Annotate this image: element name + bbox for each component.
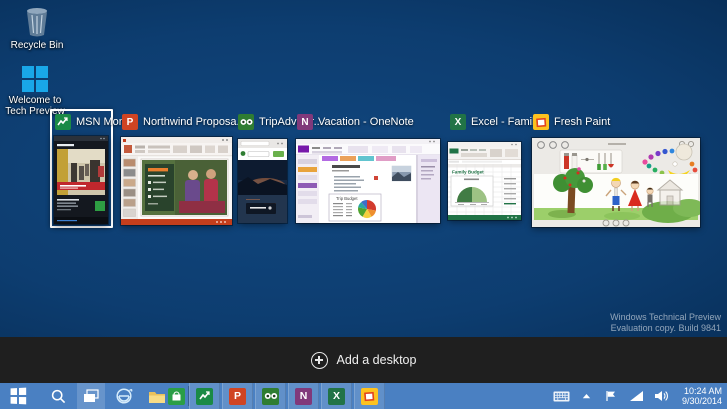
- excel-status-bar: [448, 215, 521, 220]
- desktop-background[interactable]: Recycle Bin Welcome to Tech Preview MSN …: [0, 0, 727, 337]
- window-title: Northwind Proposa...: [143, 116, 246, 128]
- internet-explorer-button[interactable]: [110, 383, 138, 409]
- recycle-bin-icon: [2, 5, 72, 37]
- inline-photo: [391, 165, 412, 182]
- budget-pie-chart: [357, 199, 377, 219]
- system-tray: 10:24 AM 9/30/2014: [552, 383, 725, 409]
- taskbar-app-fresh-paint[interactable]: [354, 383, 385, 409]
- network-signal-icon: [629, 391, 643, 401]
- add-desktop-bar[interactable]: Add a desktop: [0, 337, 727, 383]
- slide-panel: [121, 156, 138, 219]
- window-title: Fresh Paint: [554, 116, 611, 128]
- browser-chrome: [238, 139, 287, 148]
- volume-button[interactable]: [652, 387, 670, 405]
- taskbar-app-tripadvisor[interactable]: [255, 383, 286, 409]
- budget-chart: [450, 175, 494, 207]
- excel-icon: X: [328, 387, 345, 405]
- sheet-title: Family Budget: [452, 170, 484, 175]
- msn-money-icon: [55, 114, 71, 130]
- slide-canvas: [140, 158, 229, 217]
- onenote-thumbnail[interactable]: Trip Budget: [296, 139, 440, 223]
- add-desktop-label: Add a desktop: [336, 353, 417, 367]
- evaluation-watermark: Windows Technical Preview Evaluation cop…: [610, 312, 721, 334]
- windows-task-view-screen: Recycle Bin Welcome to Tech Preview MSN …: [0, 0, 727, 409]
- internet-explorer-icon: [116, 388, 133, 404]
- trip-budget-title: Trip Budget: [336, 196, 358, 201]
- chevron-up-icon: [582, 394, 590, 399]
- start-button[interactable]: [4, 383, 32, 409]
- powerpoint-preview-art: [121, 137, 232, 225]
- slide-text-panel: [145, 164, 174, 211]
- fresh-paint-thumbnail[interactable]: [532, 138, 700, 227]
- fresh-paint-icon: [533, 114, 549, 130]
- windows-logo-icon: [0, 60, 70, 92]
- ribbon: [448, 147, 521, 160]
- headline-band: [57, 182, 105, 190]
- msn-money-preview-art: [54, 136, 108, 224]
- fresh-paint-preview-art: [532, 138, 700, 227]
- ribbon: [296, 144, 440, 155]
- taskbar-app-onenote[interactable]: N: [288, 383, 319, 409]
- window-title-row: Fresh Paint: [533, 113, 610, 131]
- tripadvisor-icon: [238, 114, 254, 130]
- page-list-panel: [418, 155, 440, 223]
- taskbar-clock[interactable]: 10:24 AM 9/30/2014: [677, 386, 725, 407]
- section-tabs: [322, 156, 396, 161]
- onenote-icon: N: [297, 114, 313, 130]
- scrollbar[interactable]: [416, 155, 418, 223]
- tripadvisor-icon: [262, 387, 279, 405]
- notebook-sidebar: [296, 155, 319, 223]
- excel-icon: X: [450, 114, 466, 130]
- show-hidden-icons-button[interactable]: [577, 387, 595, 405]
- fresh-paint-icon: [361, 387, 378, 405]
- tripadvisor-preview-art: [238, 139, 287, 223]
- search-icon: [51, 389, 65, 403]
- task-view-icon: [84, 389, 99, 402]
- store-icon: [167, 387, 185, 405]
- taskbar-app-msn-money[interactable]: [189, 383, 220, 409]
- excel-preview-art: Family Budget: [448, 142, 521, 220]
- powerpoint-thumbnail[interactable]: [121, 137, 232, 225]
- onenote-icon: N: [295, 387, 312, 405]
- onenote-preview-art: Trip Budget: [296, 139, 440, 223]
- flag-icon: [606, 391, 615, 401]
- window-title-row: N Vacation - OneNote: [297, 113, 414, 131]
- watermark-line1: Windows Technical Preview: [610, 312, 721, 322]
- site-header: [238, 148, 287, 160]
- harbor-photo: [238, 160, 287, 223]
- tripadvisor-thumbnail[interactable]: [238, 139, 287, 223]
- network-button[interactable]: [627, 387, 645, 405]
- powerpoint-status-bar: [121, 219, 232, 225]
- task-view-button[interactable]: [77, 383, 105, 409]
- action-center-button[interactable]: [602, 387, 620, 405]
- ribbon: [121, 143, 232, 157]
- window-title: Vacation - OneNote: [318, 116, 414, 128]
- desktop-icon-recycle-bin[interactable]: Recycle Bin: [2, 5, 72, 51]
- taskbar-app-powerpoint[interactable]: P: [222, 383, 253, 409]
- excel-thumbnail[interactable]: Family Budget: [448, 142, 521, 220]
- painting-canvas: [534, 167, 700, 223]
- msn-money-thumbnail[interactable]: [54, 136, 108, 224]
- keyboard-icon: [553, 391, 569, 401]
- speaker-icon: [654, 391, 668, 401]
- powerpoint-icon: P: [122, 114, 138, 130]
- trip-budget-box: Trip Budget: [328, 193, 382, 222]
- search-button[interactable]: [44, 383, 72, 409]
- plus-circle-icon: [310, 351, 328, 369]
- window-title-row: P Northwind Proposa...: [122, 113, 246, 131]
- brush-panel: [559, 149, 623, 174]
- watermark-line2: Evaluation copy. Build 9841: [610, 323, 721, 333]
- taskbar-app-excel[interactable]: X: [321, 383, 352, 409]
- store-button[interactable]: [162, 383, 190, 409]
- clock-date: 9/30/2014: [681, 396, 722, 406]
- powerpoint-icon: P: [229, 387, 246, 405]
- msn-money-icon: [196, 387, 213, 405]
- desktop-icon-label: Recycle Bin: [10, 40, 64, 51]
- windows-start-icon: [10, 387, 26, 405]
- touch-keyboard-button[interactable]: [552, 387, 570, 405]
- clock-time: 10:24 AM: [683, 385, 722, 396]
- taskbar: P N X 10:24 AM 9/30/2014: [0, 383, 727, 409]
